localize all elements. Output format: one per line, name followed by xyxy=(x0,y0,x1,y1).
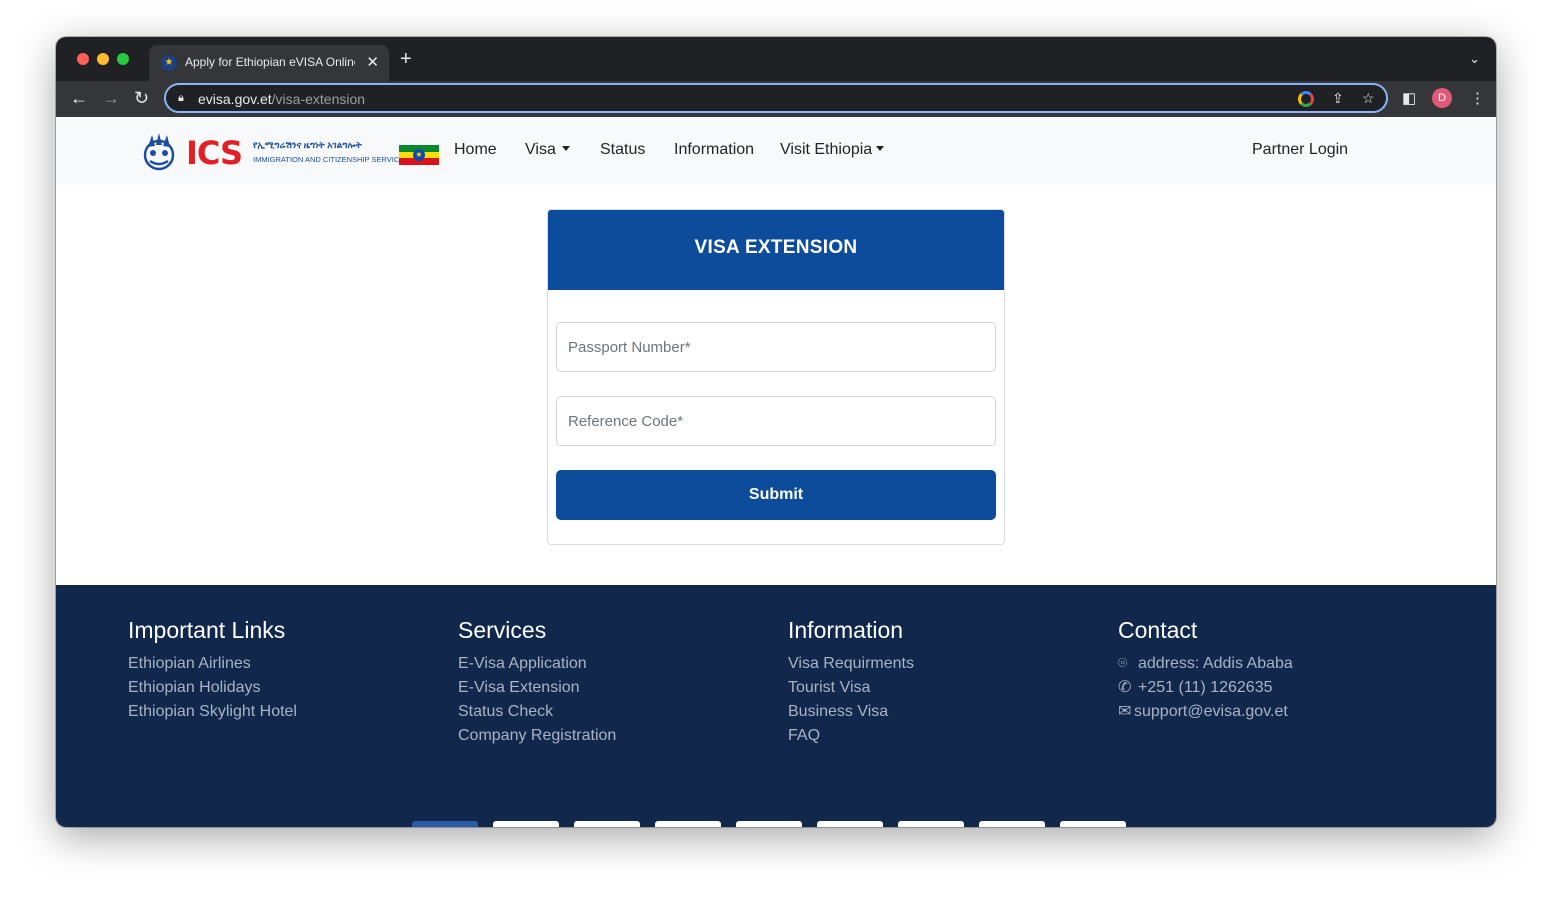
profile-avatar[interactable]: D xyxy=(1432,88,1452,108)
footer-column-contact: Contact ⌾ address: Addis Ababa ✆ +251 (11)… xyxy=(1118,617,1293,724)
url-text[interactable]: evisa.gov.et/visa-extension xyxy=(198,91,365,107)
visa-extension-card: VISA EXTENSION Submit xyxy=(547,209,1005,545)
envelope-icon: ✉ xyxy=(1118,703,1132,720)
logo-amharic-text: የኢሚግሬሽንና ዜግነት አገልግሎት xyxy=(253,140,362,150)
browser-menu-icon[interactable]: ⋮ xyxy=(1470,89,1485,107)
footer-column-information: Information Visa Requirments Tourist Vis… xyxy=(788,617,914,748)
footer-link[interactable]: Visa Requirments xyxy=(788,652,914,676)
google-icon[interactable] xyxy=(1298,91,1314,107)
card-header: VISA EXTENSION xyxy=(548,210,1004,290)
reload-icon[interactable]: ↻ xyxy=(134,88,149,108)
submit-button[interactable]: Submit xyxy=(556,470,996,520)
nav-home[interactable]: Home xyxy=(454,141,497,159)
minimize-window-button[interactable] xyxy=(97,53,109,65)
address-bar[interactable]: 🔒︎ evisa.gov.et/visa-extension ⇪ ☆ xyxy=(164,83,1388,113)
partner-login-link[interactable]: Partner Login xyxy=(1252,141,1348,159)
site-footer: Important Links Ethiopian Airlines Ethio… xyxy=(56,585,1496,827)
forward-arrow-icon[interactable]: → xyxy=(102,88,120,108)
site-navbar: ICS የኢሚግሬሽንና ዜግነት አገልግሎት IMMIGRATION AND… xyxy=(56,117,1496,185)
footer-link[interactable]: Ethiopian Airlines xyxy=(128,652,297,676)
tab-search-chevron-icon[interactable]: ⌄ xyxy=(1469,51,1480,67)
footer-link[interactable]: Business Visa xyxy=(788,700,914,724)
reference-code-input[interactable] xyxy=(556,396,996,446)
footer-column-services: Services E-Visa Application E-Visa Exten… xyxy=(458,617,616,748)
footer-heading: Information xyxy=(788,617,904,643)
logo-text: ICS xyxy=(186,134,243,172)
footer-link[interactable]: Ethiopian Holidays xyxy=(128,676,297,700)
payment-logo xyxy=(979,821,1045,827)
ics-emblem-icon xyxy=(143,133,175,171)
payment-logo xyxy=(1060,821,1126,827)
footer-link[interactable]: Ethiopian Skylight Hotel xyxy=(128,700,297,724)
contact-address: ⌾ address: Addis Ababa xyxy=(1118,652,1293,676)
payment-logo xyxy=(736,821,802,827)
payment-logo xyxy=(412,821,478,827)
close-window-button[interactable] xyxy=(77,53,89,65)
footer-link[interactable]: Company Registration xyxy=(458,724,616,748)
payment-logo xyxy=(493,821,559,827)
bookmark-star-icon[interactable]: ☆ xyxy=(1362,90,1375,107)
tab-title: Apply for Ethiopian eVISA Online xyxy=(185,55,355,69)
footer-link[interactable]: E-Visa Application xyxy=(458,652,616,676)
logo-subtitle: IMMIGRATION AND CITIZENSHIP SERVICE xyxy=(253,155,405,164)
card-title: VISA EXTENSION xyxy=(694,237,858,258)
footer-link[interactable]: E-Visa Extension xyxy=(458,676,616,700)
browser-window: ★ Apply for Ethiopian eVISA Online ✕ + ⌄… xyxy=(56,37,1496,827)
footer-column-important-links: Important Links Ethiopian Airlines Ethio… xyxy=(128,617,297,724)
lock-icon[interactable]: 🔒︎ xyxy=(178,92,184,105)
payment-logo xyxy=(574,821,640,827)
caret-down-icon xyxy=(876,146,885,151)
close-tab-icon[interactable]: ✕ xyxy=(366,53,379,71)
nav-visit-ethiopia-dropdown[interactable]: Visit Ethiopia xyxy=(780,141,885,159)
nav-information[interactable]: Information xyxy=(674,141,754,159)
footer-heading: Contact xyxy=(1118,617,1198,643)
nav-visa-dropdown[interactable]: Visa xyxy=(525,141,570,159)
browser-toolbar: ← → ↻ 🔒︎ evisa.gov.et/visa-extension ⇪ ☆… xyxy=(56,81,1496,117)
contact-phone[interactable]: ✆ +251 (11) 1262635 xyxy=(1118,676,1293,700)
ethiopia-flag-icon: ★ xyxy=(399,145,439,165)
location-pin-icon: ⌾ xyxy=(1118,655,1128,672)
browser-tab[interactable]: ★ Apply for Ethiopian eVISA Online ✕ xyxy=(149,45,389,81)
nav-status[interactable]: Status xyxy=(600,141,645,159)
maximize-window-button[interactable] xyxy=(117,53,129,65)
ics-logo[interactable]: ICS የኢሚግሬሽንና ዜግነት አገልግሎት IMMIGRATION AND… xyxy=(138,129,442,173)
page-content: ICS የኢሚግሬሽንና ዜግነት አገልግሎት IMMIGRATION AND… xyxy=(56,117,1496,827)
passport-number-input[interactable] xyxy=(556,322,996,372)
share-icon[interactable]: ⇪ xyxy=(1332,90,1344,107)
tab-bar: ★ Apply for Ethiopian eVISA Online ✕ + ⌄ xyxy=(56,37,1496,81)
back-arrow-icon[interactable]: ← xyxy=(70,88,88,108)
side-panel-icon[interactable]: ◧ xyxy=(1402,89,1416,107)
payment-logo xyxy=(655,821,721,827)
payment-logo xyxy=(898,821,964,827)
site-favicon-icon: ★ xyxy=(161,55,177,71)
contact-email[interactable]: ✉ support@evisa.gov.et xyxy=(1118,700,1293,724)
new-tab-button[interactable]: + xyxy=(400,49,412,69)
footer-link[interactable]: Tourist Visa xyxy=(788,676,914,700)
footer-link[interactable]: Status Check xyxy=(458,700,616,724)
payment-logo xyxy=(817,821,883,827)
caret-down-icon xyxy=(561,146,570,151)
phone-icon: ✆ xyxy=(1118,679,1132,696)
footer-heading: Important Links xyxy=(128,617,286,643)
footer-heading: Services xyxy=(458,617,547,643)
footer-link[interactable]: FAQ xyxy=(788,724,914,748)
